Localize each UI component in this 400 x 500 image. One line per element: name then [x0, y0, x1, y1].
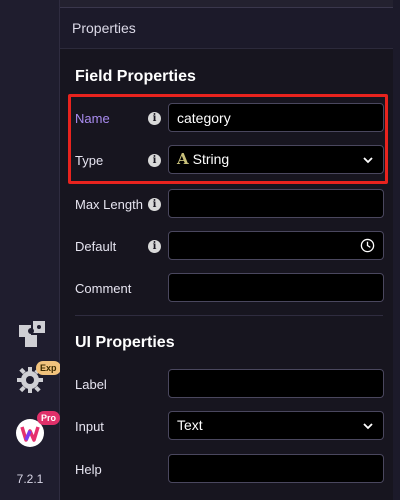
- default-input[interactable]: [168, 231, 384, 260]
- label-input[interactable]: [168, 369, 384, 398]
- info-icon[interactable]: i: [148, 198, 161, 211]
- info-icon[interactable]: i: [148, 154, 161, 167]
- label-input-value[interactable]: [177, 370, 383, 397]
- info-icon[interactable]: i: [148, 240, 161, 253]
- gear-icon[interactable]: Exp: [15, 361, 61, 397]
- input-select-value: Text: [177, 417, 203, 433]
- label-label: Label: [75, 377, 107, 392]
- default-input-value[interactable]: [177, 232, 357, 259]
- version-label: 7.2.1: [16, 472, 44, 486]
- max-length-input-value[interactable]: [177, 190, 383, 217]
- default-label: Default: [75, 239, 117, 254]
- help-label: Help: [75, 462, 102, 477]
- max-length-label: Max Length: [75, 197, 143, 212]
- comment-label: Comment: [75, 281, 132, 296]
- string-type-icon: A: [177, 150, 189, 168]
- name-label: Name: [75, 111, 110, 126]
- properties-content: Field Properties Name i Type i AString M…: [60, 48, 393, 500]
- help-input-value[interactable]: [177, 455, 383, 482]
- max-length-input[interactable]: [168, 189, 384, 218]
- pro-badge: Pro: [37, 411, 61, 425]
- type-label: Type: [75, 153, 104, 168]
- field-properties-heading: Field Properties: [75, 68, 196, 85]
- name-input-value[interactable]: [177, 104, 383, 131]
- type-select[interactable]: A String: [168, 145, 384, 174]
- comment-input-value[interactable]: [177, 274, 383, 301]
- type-select-value: String: [192, 151, 230, 167]
- exp-badge: Exp: [36, 361, 61, 375]
- comment-input[interactable]: [168, 273, 384, 302]
- help-input[interactable]: [168, 454, 384, 483]
- ui-properties-heading: UI Properties: [75, 334, 175, 351]
- name-input[interactable]: [168, 103, 384, 132]
- properties-panel: Properties Field Properties Name i Type …: [60, 0, 400, 500]
- panel-title: Properties: [72, 20, 136, 36]
- top-divider-bar: [60, 0, 393, 8]
- clock-icon[interactable]: [360, 238, 375, 253]
- info-icon[interactable]: i: [148, 112, 161, 125]
- input-label: Input: [75, 419, 104, 434]
- chevron-down-icon: [363, 157, 373, 164]
- chevron-down-icon: [363, 423, 373, 430]
- icon-rail: Exp Pro 7.2.1: [0, 0, 61, 500]
- section-divider: [75, 315, 383, 316]
- puzzle-icon[interactable]: [15, 315, 49, 349]
- app-logo-icon[interactable]: Pro: [15, 411, 61, 449]
- input-select[interactable]: Text: [168, 411, 384, 440]
